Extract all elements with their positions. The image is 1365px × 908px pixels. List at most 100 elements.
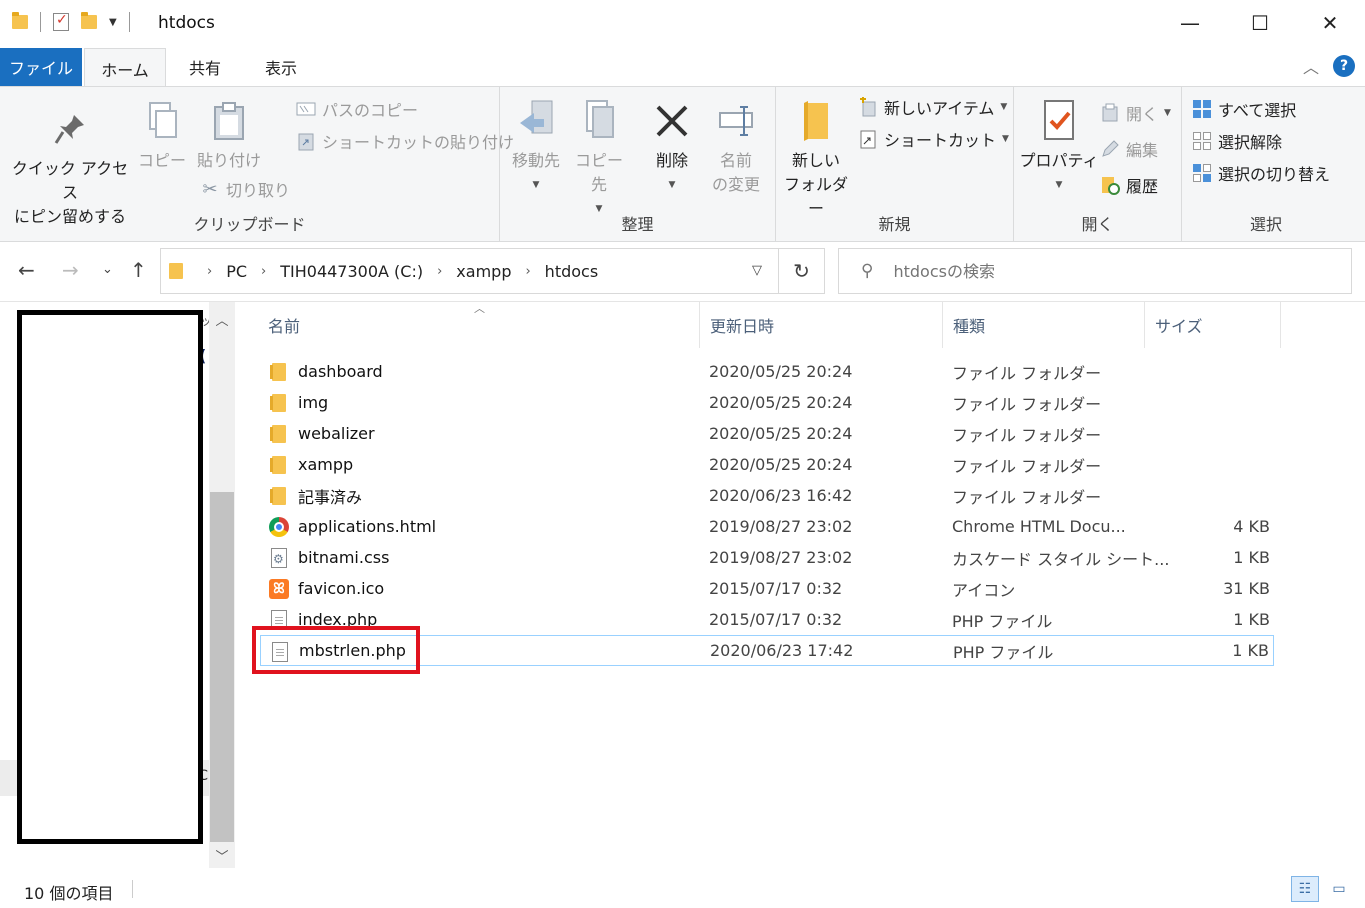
scroll-up-icon[interactable]: ︿	[209, 306, 235, 332]
open-button[interactable]: 開く ▼	[1100, 101, 1171, 125]
item-count: 10 個の項目	[24, 884, 114, 903]
help-icon[interactable]: ?	[1333, 55, 1355, 77]
chevron-right-icon[interactable]: ›	[261, 264, 266, 279]
new-folder-button[interactable]: 新しい フォルダー	[780, 99, 852, 221]
search-input[interactable]	[893, 261, 1314, 281]
details-view-icon[interactable]: ☷	[1291, 876, 1319, 902]
quick-access-toolbar: ▼	[12, 12, 130, 32]
group-new: 新しい フォルダー 新しいアイテム ▼ ショートカット ▼ 新規	[776, 87, 1014, 241]
forward-arrow-icon[interactable]: →	[62, 258, 79, 282]
column-header-date[interactable]: 更新日時	[700, 302, 943, 348]
properties-icon[interactable]	[53, 12, 69, 31]
select-all-button[interactable]: すべて選択	[1192, 97, 1296, 121]
recent-locations-chevron-icon[interactable]: ⌄	[102, 262, 113, 277]
divider	[40, 12, 41, 32]
nav-pane-scrollbar[interactable]: ︿ ﹀	[209, 302, 235, 868]
copy-path-button[interactable]: パスのコピー	[296, 97, 418, 121]
back-arrow-icon[interactable]: ←	[18, 258, 35, 282]
open-icon	[1100, 103, 1120, 123]
collapse-ribbon-icon[interactable]: ︿	[1303, 54, 1319, 78]
breadcrumb-pc[interactable]: PC	[226, 262, 247, 281]
column-header-type[interactable]: 種類	[943, 302, 1145, 348]
scrollbar-thumb[interactable]	[210, 492, 234, 842]
copy-button[interactable]: コピー	[136, 99, 188, 173]
open-dropdown-icon: ▼	[1164, 108, 1171, 118]
address-dropdown-icon[interactable]: ▽	[752, 263, 762, 278]
file-row-applications-html[interactable]: applications.html 2019/08/27 23:02 Chrom…	[260, 511, 1274, 542]
pin-label-line1: クイック アクセス	[11, 159, 129, 202]
file-row-webalizer[interactable]: webalizer 2020/05/25 20:24 ファイル フォルダー	[260, 418, 1274, 449]
address-bar[interactable]: › PC › TIH0447300A (C:) › xampp › htdocs…	[160, 248, 825, 294]
file-date: 2020/05/25 20:24	[709, 362, 853, 381]
file-row-img[interactable]: img 2020/05/25 20:24 ファイル フォルダー	[260, 387, 1274, 418]
rename-icon	[716, 99, 756, 143]
properties-label: プロパティ	[1019, 151, 1099, 170]
up-arrow-icon[interactable]: ↑	[130, 258, 147, 282]
tab-file[interactable]: ファイル	[0, 48, 82, 86]
shortcut-icon	[858, 129, 878, 149]
chevron-right-icon[interactable]: ›	[525, 264, 530, 279]
maximize-button[interactable]: ☐	[1225, 0, 1295, 46]
paste-shortcut-icon	[296, 131, 316, 151]
history-button[interactable]: 履歴	[1100, 173, 1158, 197]
cut-button[interactable]: ✂ 切り取り	[200, 177, 290, 201]
customize-toolbar-dropdown-icon[interactable]: ▼	[109, 17, 117, 28]
paste-button[interactable]: 貼り付け	[194, 99, 264, 173]
tab-home[interactable]: ホーム	[84, 48, 166, 88]
ribbon-tabs: ファイル ホーム 共有 表示 ︿ ?	[0, 46, 1365, 88]
edit-button[interactable]: 編集	[1100, 137, 1158, 161]
folder-icon	[268, 454, 290, 476]
minimize-button[interactable]: —	[1155, 0, 1225, 46]
new-item-button[interactable]: 新しいアイテム ▼	[858, 95, 1007, 119]
file-row-kiji-zumi[interactable]: 記事済み 2020/06/23 16:42 ファイル フォルダー	[260, 480, 1274, 511]
large-icons-view-icon[interactable]: ▭	[1325, 876, 1353, 902]
file-size: 1 KB	[1232, 641, 1269, 660]
file-row-favicon-ico[interactable]: ꕤ favicon.ico 2015/07/17 0:32 アイコン 31 KB	[260, 573, 1274, 604]
file-row-bitnami-css[interactable]: bitnami.css 2019/08/27 23:02 カスケード スタイル …	[260, 542, 1274, 573]
copy-icon	[142, 99, 182, 143]
xampp-icon: ꕤ	[268, 578, 290, 600]
invert-selection-button[interactable]: 選択の切り替え	[1192, 161, 1330, 185]
properties-button[interactable]: プロパティ ▼	[1018, 99, 1100, 197]
delete-label: 削除	[655, 151, 688, 170]
breadcrumb-drive[interactable]: TIH0447300A (C:)	[280, 262, 423, 281]
easy-access-shortcut-button[interactable]: ショートカット ▼	[858, 127, 1009, 151]
file-row-dashboard[interactable]: dashboard 2020/05/25 20:24 ファイル フォルダー	[260, 356, 1274, 387]
column-header-name[interactable]: 名前	[260, 302, 700, 348]
column-header-size[interactable]: サイズ	[1145, 302, 1281, 348]
file-date: 2020/06/23 16:42	[709, 486, 853, 505]
file-row-xampp[interactable]: xampp 2020/05/25 20:24 ファイル フォルダー	[260, 449, 1274, 480]
new-folder-icon[interactable]	[81, 12, 97, 29]
refresh-icon[interactable]: ↻	[778, 249, 824, 293]
scroll-down-icon[interactable]: ﹀	[209, 842, 235, 868]
ribbon: クイック アクセス にピン留めする コピー 貼り付け パスのコピー ショートカッ…	[0, 86, 1365, 242]
breadcrumb: › PC › TIH0447300A (C:) › xampp › htdocs	[193, 262, 598, 281]
close-button[interactable]: ✕	[1295, 0, 1365, 46]
properties-dropdown-icon: ▼	[1055, 180, 1063, 190]
delete-button[interactable]: 削除 ▼	[644, 99, 700, 197]
column-header-name-label: 名前	[268, 317, 301, 336]
select-none-icon	[1192, 131, 1212, 151]
properties-check-icon	[1039, 99, 1079, 143]
invert-selection-label: 選択の切り替え	[1218, 165, 1331, 184]
breadcrumb-xampp[interactable]: xampp	[456, 262, 511, 281]
window-title: htdocs	[158, 13, 215, 33]
select-none-button[interactable]: 選択解除	[1192, 129, 1282, 153]
chevron-right-icon: ›	[207, 263, 213, 279]
tab-view[interactable]: 表示	[248, 48, 314, 86]
breadcrumb-htdocs[interactable]: htdocs	[545, 262, 599, 281]
file-type: PHP ファイル	[953, 642, 1054, 662]
move-to-button[interactable]: 移動先 ▼	[506, 99, 566, 197]
move-to-icon	[516, 99, 556, 143]
chevron-right-icon[interactable]: ›	[437, 264, 442, 279]
paste-shortcut-button[interactable]: ショートカットの貼り付け	[296, 129, 514, 153]
rename-label-line1: 名前	[719, 151, 752, 170]
pin-icon	[50, 107, 90, 151]
copy-to-label: コピー先	[574, 151, 623, 194]
group-open: プロパティ ▼ 開く ▼ 編集 履歴 開く	[1014, 87, 1182, 241]
folder-icon	[268, 485, 290, 507]
rename-button[interactable]: 名前 の変更	[704, 99, 768, 197]
tab-share[interactable]: 共有	[172, 48, 238, 86]
search-box[interactable]: ⚲	[838, 248, 1352, 294]
copy-to-button[interactable]: コピー先 ▼	[568, 99, 630, 221]
